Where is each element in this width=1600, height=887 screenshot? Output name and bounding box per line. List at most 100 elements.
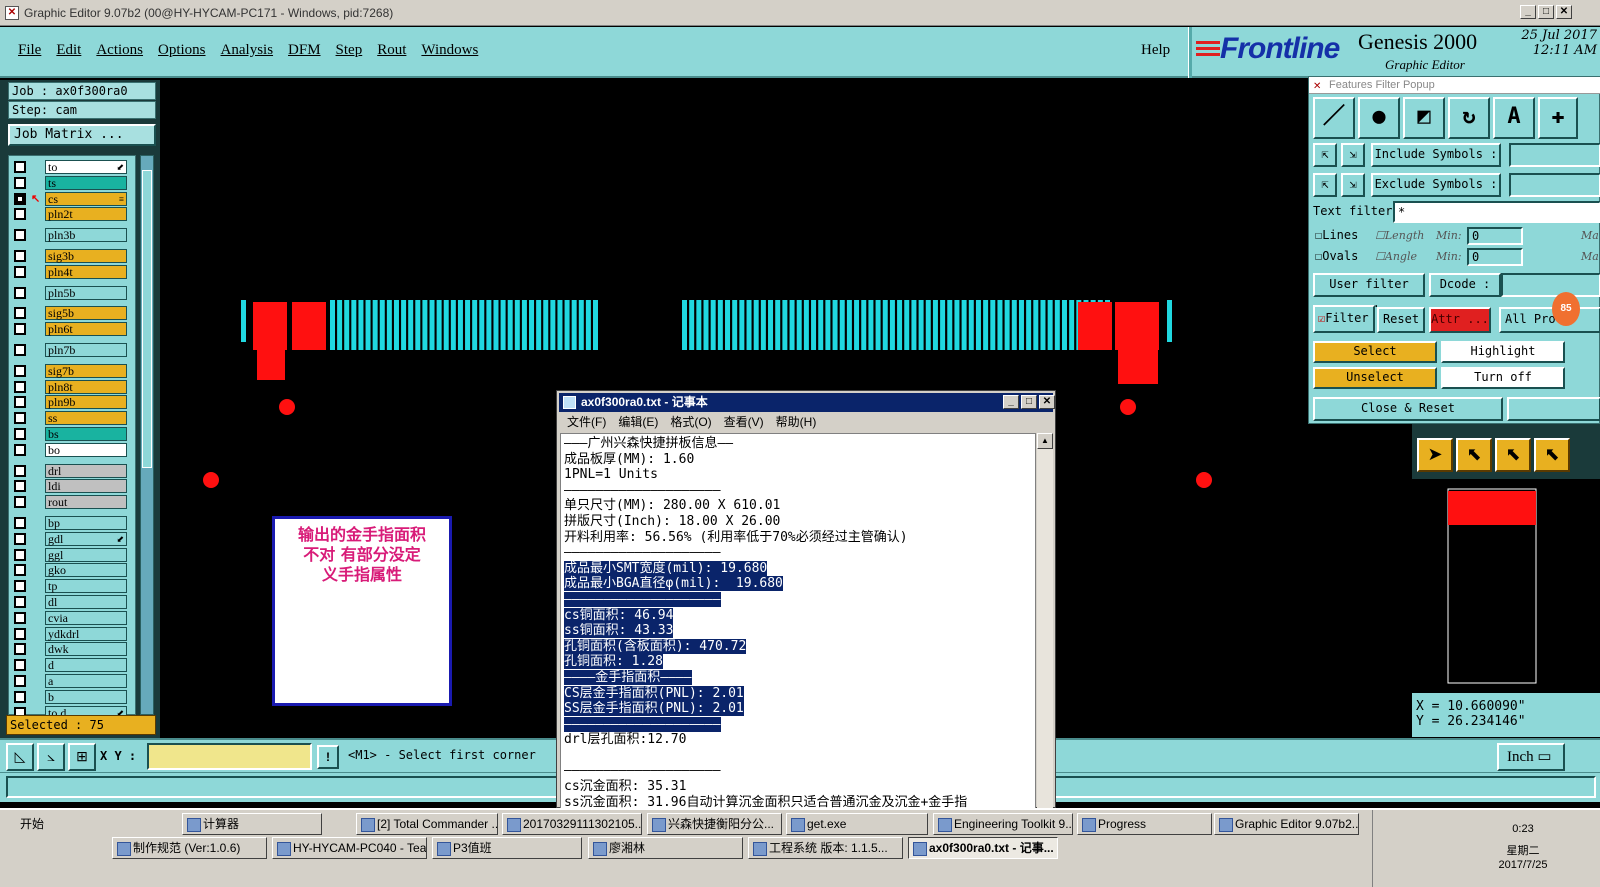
taskbar-button[interactable]: 工程系统 版本: 1.1.5... (748, 837, 903, 859)
notepad-minimize-button[interactable]: _ (1003, 395, 1019, 409)
layer-row-dwk[interactable]: dwk (9, 642, 137, 657)
layer-name[interactable]: gdl ⬋ (45, 531, 127, 546)
layer-name[interactable]: dwk (45, 642, 127, 657)
warning-button[interactable]: ! (317, 745, 339, 769)
taskbar-button[interactable]: 制作规范 (Ver:1.0.6) (112, 837, 267, 859)
layer-row-sig5b[interactable]: sig5b (9, 306, 137, 321)
layer-row-pln6t[interactable]: pln6t (9, 322, 137, 337)
taskbar-button[interactable]: Engineering Toolkit 9.... (933, 813, 1073, 835)
layer-checkbox[interactable] (14, 480, 26, 493)
layer-checkbox[interactable] (14, 517, 26, 529)
menu-analysis[interactable]: Analysis (221, 42, 274, 59)
layer-checkbox[interactable] (14, 192, 26, 205)
layer-checkbox[interactable] (14, 208, 26, 221)
reset-button[interactable]: Reset (1377, 307, 1425, 333)
attr-button[interactable]: Attr ... (1429, 307, 1491, 333)
layer-name[interactable]: tp (45, 579, 127, 594)
lines-checkbox[interactable]: ☐Lines (1315, 228, 1358, 242)
layer-checkbox[interactable] (14, 548, 26, 561)
layer-checkbox[interactable] (14, 307, 26, 320)
layer-row-bo[interactable]: bo (9, 442, 137, 457)
layer-checkbox[interactable] (14, 659, 26, 672)
layer-row-d[interactable]: d (9, 658, 137, 673)
layer-row-bs[interactable]: bs (9, 427, 137, 441)
turn-off-button[interactable]: Turn off (1441, 367, 1565, 389)
layer-name[interactable]: cs ≡ (45, 191, 127, 206)
layer-name[interactable]: sig5b (45, 306, 127, 321)
highlight-button[interactable]: Highlight (1441, 341, 1565, 363)
layer-row-rout[interactable]: rout (9, 495, 137, 510)
add-symbol-icon[interactable]: ✚ (1538, 97, 1578, 139)
taskbar-button[interactable]: 兴森快捷衡阳分公... (647, 813, 782, 835)
menu-windows[interactable]: Windows (421, 42, 478, 59)
layer-checkbox[interactable] (14, 443, 26, 456)
select-button[interactable]: Select (1313, 341, 1437, 363)
text-symbol-icon[interactable]: A (1493, 97, 1535, 139)
layer-checkbox[interactable] (14, 364, 26, 377)
measure-icon[interactable]: ⦣ (37, 743, 65, 771)
layer-checkbox[interactable] (14, 627, 26, 640)
layer-row-ss[interactable]: ss (9, 411, 137, 426)
taskbar-button[interactable]: P3值班 (432, 837, 582, 859)
text-filter-input[interactable]: * (1393, 201, 1600, 223)
taskbar-button[interactable]: ax0f300ra0.txt - 记事... (908, 837, 1058, 859)
extra-button[interactable] (1507, 397, 1600, 421)
taskbar-button[interactable]: 廖湘林 (588, 837, 743, 859)
layer-name[interactable]: pln7b (45, 343, 127, 357)
layer-checkbox[interactable] (14, 428, 26, 440)
xy-input[interactable] (147, 743, 312, 770)
layer-row-gdl[interactable]: gdl ⬋ (9, 531, 137, 546)
menu-dfm[interactable]: DFM (288, 42, 321, 59)
layer-name[interactable]: pln4t (45, 264, 127, 279)
layer-checkbox[interactable] (14, 675, 26, 687)
menu-file[interactable]: File (18, 42, 41, 59)
layer-row-pln3b[interactable]: pln3b (9, 228, 137, 243)
layer-row-ldi[interactable]: ldi (9, 479, 137, 494)
layer-name[interactable]: b (45, 689, 127, 704)
layer-checkbox[interactable] (14, 532, 26, 545)
minimize-button[interactable]: _ (1520, 5, 1536, 19)
taskbar-button[interactable]: Graphic Editor 9.07b2... (1214, 813, 1359, 835)
include-symbols-button[interactable]: Include Symbols : (1371, 143, 1501, 167)
layer-checkbox[interactable] (14, 250, 26, 262)
pointer-select-icon[interactable]: ➤ (1417, 438, 1453, 472)
layer-row-sig7b[interactable]: sig7b (9, 363, 137, 378)
layer-name[interactable]: dl (45, 595, 127, 609)
layer-name[interactable]: to ⬋ (45, 160, 127, 174)
exclude-symbols-button[interactable]: Exclude Symbols : (1371, 173, 1501, 197)
layer-checkbox[interactable] (14, 643, 26, 656)
maximize-button[interactable]: □ (1538, 5, 1554, 19)
layer-scrollbar[interactable] (140, 155, 154, 715)
pointer-net-icon[interactable]: ⬉ (1534, 438, 1570, 472)
layer-checkbox[interactable] (14, 690, 26, 703)
layer-checkbox[interactable] (14, 323, 26, 336)
layer-row-gko[interactable]: gko (9, 563, 137, 578)
length-min-input[interactable]: 0 (1467, 227, 1523, 245)
layer-row-pln5b[interactable]: pln5b (9, 285, 137, 300)
layer-row-ydkdrl[interactable]: ydkdrl (9, 626, 137, 641)
layer-name[interactable]: sig3b (45, 249, 127, 263)
layer-row-ts[interactable]: ts (9, 175, 137, 190)
notepad-menu-item[interactable]: 文件(F) (567, 412, 606, 432)
layer-name[interactable]: bo (45, 442, 127, 457)
angle-min-input[interactable]: 0 (1467, 248, 1523, 266)
layer-row-cs[interactable]: ↖ cs ≡ (9, 191, 137, 206)
layer-row-cvia[interactable]: cvia (9, 610, 137, 625)
pointer-area-icon[interactable]: ⬉ (1495, 438, 1531, 472)
layer-name[interactable]: pln6t (45, 322, 127, 337)
taskbar-button[interactable]: get.exe (786, 813, 928, 835)
layer-name[interactable]: ss (45, 411, 127, 426)
notification-badge[interactable]: 85 (1552, 292, 1580, 326)
layer-name[interactable]: ldi (45, 479, 127, 494)
include-arrow-icon[interactable]: ⇱ (1313, 143, 1337, 167)
unselect-button[interactable]: Unselect (1313, 367, 1437, 389)
taskbar-button[interactable]: 计算器 (182, 813, 322, 835)
layer-name[interactable]: pln9b (45, 395, 127, 410)
layer-name[interactable]: pln5b (45, 285, 127, 300)
layer-checkbox[interactable] (14, 344, 26, 356)
layer-name[interactable]: ydkdrl (45, 626, 127, 641)
notepad-menu-item[interactable]: 编辑(E) (618, 412, 658, 432)
layer-name[interactable]: drl (45, 463, 127, 478)
length-checkbox[interactable]: ☐Length (1375, 229, 1424, 242)
exclude-symbols-field[interactable] (1509, 173, 1600, 197)
